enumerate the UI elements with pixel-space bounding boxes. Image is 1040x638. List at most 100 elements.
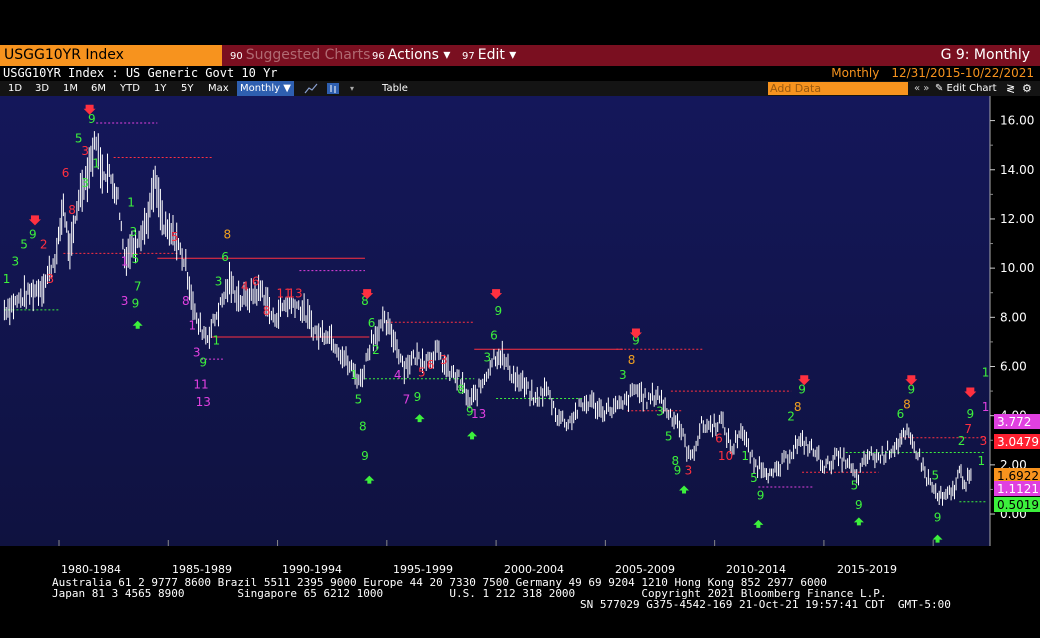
value-tag-label: 1.1121 <box>997 482 1039 496</box>
count-annotation: 13 <box>196 395 211 409</box>
x-tick-label: 2005-2009 <box>615 563 675 576</box>
y-tick-label: 8.00 <box>1000 310 1027 324</box>
count-annotation: 8 <box>263 304 271 318</box>
candlestick-icon[interactable] <box>326 81 340 96</box>
chart-area: 1 3 5 9 2 3 6 8 5 3 9 3 1 1 3 5 7 9 3 1 5 8 1 3 11 13 9 1 8 6 3 4 6 8 11 13… <box>0 96 1040 546</box>
x-tick-label: 2015-2019 <box>837 563 897 576</box>
count-annotation: 7 <box>134 279 142 293</box>
y-tick-label: 12.00 <box>1000 212 1034 226</box>
frequency-select[interactable]: Monthly ▼ <box>237 81 294 96</box>
security-description: USGG10YR Index : US Generic Govt 10 Yr <box>3 66 278 80</box>
count-annotation: 7 <box>964 422 972 436</box>
count-annotation: 13 <box>287 287 302 301</box>
value-tag-label: 3.772 <box>997 415 1031 429</box>
count-annotation: 1 <box>3 272 11 286</box>
count-annotation: 6 <box>252 274 260 288</box>
nav-arrows[interactable]: « » <box>914 81 929 96</box>
count-annotation: 5 <box>851 478 859 492</box>
actions-label: Actions ▾ <box>387 47 451 63</box>
count-annotation: 3 <box>81 144 89 158</box>
count-annotation: 9 <box>967 407 975 421</box>
count-annotation: 3 <box>656 405 664 419</box>
count-annotation: 1 <box>213 333 221 347</box>
count-annotation: 2 <box>40 237 48 251</box>
count-annotation: 9 <box>29 228 37 242</box>
period-5y-button[interactable]: 5Y <box>181 81 193 96</box>
count-annotation: 8 <box>359 419 367 433</box>
actions-menu[interactable]: 96 Actions ▾ <box>372 45 450 66</box>
y-tick-label: 16.00 <box>1000 114 1034 128</box>
period-6m-button[interactable]: 6M <box>91 81 106 96</box>
count-annotation: 6 <box>490 328 498 342</box>
subheader: USGG10YR Index : US Generic Govt 10 Yr M… <box>0 66 1040 81</box>
settings-icon[interactable]: ⚙ <box>1022 81 1032 96</box>
ticker-field[interactable]: USGG10YR Index <box>0 45 222 66</box>
count-annotation: 3 <box>129 225 137 239</box>
count-annotation: 3 <box>980 434 988 448</box>
count-annotation: 1 <box>188 319 196 333</box>
x-tick-label: 1985-1989 <box>172 563 232 576</box>
count-annotation: 3 <box>121 294 129 308</box>
actions-num: 96 <box>372 51 385 62</box>
count-annotation: 9 <box>494 304 502 318</box>
count-annotation: 8 <box>903 397 911 411</box>
count-annotation: 5 <box>132 252 140 266</box>
x-tick-label: 1995-1999 <box>393 563 453 576</box>
zoom-icon[interactable]: ≷ <box>1006 81 1015 96</box>
line-chart-icon[interactable] <box>304 81 318 96</box>
x-tick-label: 2000-2004 <box>504 563 564 576</box>
chart-svg: 135923685393113579315813111391863 4 681113… <box>0 96 1040 546</box>
edit-menu[interactable]: 97 Edit ▾ <box>462 45 516 66</box>
period-1d-button[interactable]: 1D <box>8 81 22 96</box>
graph-title: G 9: Monthly <box>940 47 1030 63</box>
count-annotation: 3 <box>619 368 627 382</box>
value-tag-label: 1.6922 <box>997 469 1039 483</box>
suggested-charts-label: Suggested Charts <box>245 47 371 63</box>
x-tick-label: 2010-2014 <box>726 563 786 576</box>
add-data-input[interactable]: Add Data <box>768 82 908 95</box>
count-annotation: 9 <box>757 488 765 502</box>
count-annotation: 1 <box>121 255 129 269</box>
count-annotation: 8 <box>457 383 465 397</box>
count-annotation: 9 <box>361 449 369 463</box>
table-button[interactable]: Table <box>382 81 408 96</box>
count-annotation: 1 <box>92 156 100 170</box>
count-annotation: 5 <box>171 230 179 244</box>
plot-background <box>0 96 990 546</box>
count-annotation: 3 <box>215 274 223 288</box>
count-annotation: 2 <box>958 434 966 448</box>
footer: 1980-1984 1985-1989 1990-1994 1995-1999 … <box>0 546 1040 638</box>
count-annotation: 2 <box>372 343 380 357</box>
period-max-button[interactable]: Max <box>208 81 229 96</box>
count-annotation: 5 <box>665 429 673 443</box>
count-annotation: 5 <box>932 469 940 483</box>
suggested-charts-button[interactable]: 90 Suggested Charts <box>230 45 370 66</box>
date-range[interactable]: 12/31/2015-10/22/2021 <box>891 66 1034 80</box>
count-annotation: 5 <box>355 392 363 406</box>
edit-num: 97 <box>462 51 475 62</box>
count-annotation: 1 <box>350 368 358 382</box>
period-3d-button[interactable]: 3D <box>35 81 49 96</box>
dropdown-arrow-icon[interactable]: ▾ <box>350 81 364 96</box>
count-annotation: 3 <box>46 272 54 286</box>
x-tick-label: 1980-1984 <box>61 563 121 576</box>
count-annotation: 4 <box>394 368 402 382</box>
edit-chart-button[interactable]: ✎ Edit Chart <box>935 81 997 96</box>
count-annotation: 13 <box>471 407 486 421</box>
count-annotation: 8 <box>794 400 802 414</box>
count-annotation: 5 <box>20 237 28 251</box>
title-bar: USGG10YR Index 90 Suggested Charts 96 Acti… <box>0 45 1040 66</box>
period-ytd-button[interactable]: YTD <box>120 81 140 96</box>
count-annotation: 5 <box>750 471 758 485</box>
count-annotation: 6 <box>715 432 723 446</box>
count-annotation: 7 <box>403 392 411 406</box>
count-annotation: 1 <box>977 454 985 468</box>
period-1y-button[interactable]: 1Y <box>154 81 166 96</box>
suggested-charts-num: 90 <box>230 51 243 62</box>
count-annotation: 9 <box>132 296 140 310</box>
y-tick-label: 10.00 <box>1000 261 1034 275</box>
count-annotation: 8 <box>182 294 190 308</box>
count-annotation: 10 <box>718 449 733 463</box>
period-1m-button[interactable]: 1M <box>63 81 78 96</box>
count-annotation: 9 <box>855 498 863 512</box>
